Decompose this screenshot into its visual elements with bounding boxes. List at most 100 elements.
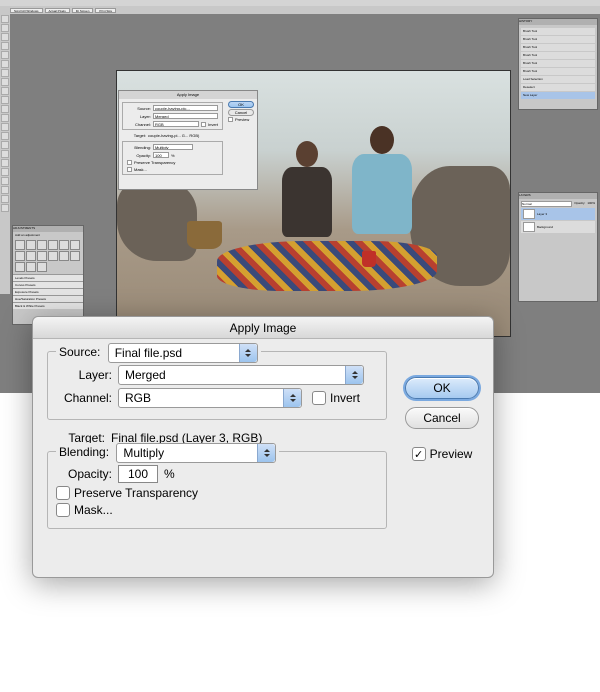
- pct: %: [171, 153, 175, 158]
- label: Channel:: [127, 122, 151, 127]
- pct-label: %: [164, 467, 175, 481]
- preset-item[interactable]: Levels Presets: [13, 274, 83, 281]
- tool-icon[interactable]: [1, 42, 9, 50]
- cancel-button[interactable]: Cancel: [228, 109, 254, 116]
- adjustment-icon[interactable]: [26, 262, 36, 272]
- history-item[interactable]: Brush Tool: [521, 28, 595, 35]
- blend-mode-select[interactable]: Normal: [521, 201, 572, 207]
- adjustment-icon[interactable]: [15, 262, 25, 272]
- tool-icon[interactable]: [1, 177, 9, 185]
- opacity-input[interactable]: [118, 465, 158, 483]
- dialog-title: Apply Image: [119, 91, 257, 99]
- tool-icon[interactable]: [1, 33, 9, 41]
- layers-panel: LAYERS NormalOpacity:100% Layer 3 Backgr…: [518, 192, 598, 302]
- adjustment-icon[interactable]: [37, 240, 47, 250]
- history-item[interactable]: Brush Tool: [521, 52, 595, 59]
- layer-select[interactable]: Merged: [153, 113, 218, 119]
- opt-btn[interactable]: Scroll All Windows: [10, 8, 43, 13]
- tool-icon[interactable]: [1, 186, 9, 194]
- preset-item[interactable]: Exposure Presets: [13, 288, 83, 295]
- history-item[interactable]: Load Selection: [521, 76, 595, 83]
- adjustment-icon[interactable]: [37, 251, 47, 261]
- tool-icon[interactable]: [1, 141, 9, 149]
- mask-checkbox[interactable]: [127, 167, 132, 172]
- tool-icon[interactable]: [1, 132, 9, 140]
- adjustment-icon[interactable]: [15, 251, 25, 261]
- preview-label: Preview: [430, 447, 473, 461]
- label: Source:: [59, 345, 100, 359]
- tool-icon[interactable]: [1, 78, 9, 86]
- tool-icon[interactable]: [1, 96, 9, 104]
- opacity-value[interactable]: 100%: [587, 201, 595, 207]
- history-item[interactable]: Brush Tool: [521, 68, 595, 75]
- adjustment-icon[interactable]: [26, 251, 36, 261]
- ok-button[interactable]: OK: [405, 377, 479, 399]
- tool-icon[interactable]: [1, 204, 9, 212]
- adjustment-icon[interactable]: [26, 240, 36, 250]
- tool-icon[interactable]: [1, 159, 9, 167]
- label: Target:: [122, 133, 146, 138]
- image-content: [362, 251, 376, 267]
- channel-select[interactable]: RGB: [153, 121, 199, 127]
- label: Channel:: [56, 391, 118, 405]
- tool-icon[interactable]: [1, 51, 9, 59]
- history-item[interactable]: Brush Tool: [521, 44, 595, 51]
- adjustment-icon[interactable]: [48, 251, 58, 261]
- history-panel: HISTORY Brush Tool Brush Tool Brush Tool…: [518, 18, 598, 110]
- adjustment-icon[interactable]: [59, 251, 69, 261]
- adjustment-icon[interactable]: [15, 240, 25, 250]
- preserve-checkbox[interactable]: [127, 160, 132, 165]
- preset-item[interactable]: Hue/Saturation Presets: [13, 295, 83, 302]
- layer-thumb-icon: [523, 222, 535, 232]
- adjustment-icon[interactable]: [70, 251, 80, 261]
- adjustment-icon[interactable]: [70, 240, 80, 250]
- opt-btn[interactable]: Print Size: [95, 8, 116, 13]
- blending-select[interactable]: Multiply: [153, 144, 193, 150]
- tool-icon[interactable]: [1, 69, 9, 77]
- label: Layer:: [127, 114, 151, 119]
- chevron-updown-icon: [283, 389, 301, 407]
- preview-checkbox[interactable]: [228, 117, 233, 122]
- history-item[interactable]: Brush Tool: [521, 60, 595, 67]
- tool-icon[interactable]: [1, 87, 9, 95]
- history-item[interactable]: New Layer: [521, 92, 595, 99]
- ok-button[interactable]: OK: [228, 101, 254, 108]
- chevron-updown-icon: [345, 366, 363, 384]
- layer-item[interactable]: Layer 3: [521, 208, 595, 220]
- adjustment-icon[interactable]: [37, 262, 47, 272]
- tool-icon[interactable]: [1, 168, 9, 176]
- tool-icon[interactable]: [1, 105, 9, 113]
- opt-btn[interactable]: Actual Pixels: [45, 8, 70, 13]
- layer-select[interactable]: Merged: [118, 365, 364, 385]
- preset-item[interactable]: Curves Presets: [13, 281, 83, 288]
- history-item[interactable]: Deselect: [521, 84, 595, 91]
- channel-select[interactable]: RGB: [118, 388, 302, 408]
- adjustment-icon[interactable]: [59, 240, 69, 250]
- mask-checkbox[interactable]: [56, 503, 70, 517]
- tool-icon[interactable]: [1, 195, 9, 203]
- source-select[interactable]: couple-having-pic...: [153, 105, 218, 111]
- opt-btn[interactable]: Fit Screen: [72, 8, 94, 13]
- tool-icon[interactable]: [1, 150, 9, 158]
- chevron-updown-icon: [239, 344, 257, 362]
- cancel-button[interactable]: Cancel: [405, 407, 479, 429]
- invert-checkbox[interactable]: [201, 122, 206, 127]
- opacity-input[interactable]: 100: [153, 152, 169, 158]
- tool-icon[interactable]: [1, 123, 9, 131]
- tool-icon[interactable]: [1, 24, 9, 32]
- tool-icon[interactable]: [1, 60, 9, 68]
- invert-checkbox[interactable]: [312, 391, 326, 405]
- source-select[interactable]: Final file.psd: [108, 343, 258, 363]
- label: Source:: [127, 106, 151, 111]
- adjustment-icon[interactable]: [48, 240, 58, 250]
- preview-checkbox[interactable]: [412, 447, 426, 461]
- tools-panel: [0, 14, 10, 294]
- tool-icon[interactable]: [1, 114, 9, 122]
- layer-item[interactable]: Background: [521, 221, 595, 233]
- preserve-transparency-checkbox[interactable]: [56, 486, 70, 500]
- tool-icon[interactable]: [1, 15, 9, 23]
- blending-select[interactable]: Multiply: [116, 443, 276, 463]
- preset-item[interactable]: Black & White Presets: [13, 302, 83, 309]
- options-bar: Scroll All Windows Actual Pixels Fit Scr…: [0, 6, 600, 14]
- history-item[interactable]: Brush Tool: [521, 36, 595, 43]
